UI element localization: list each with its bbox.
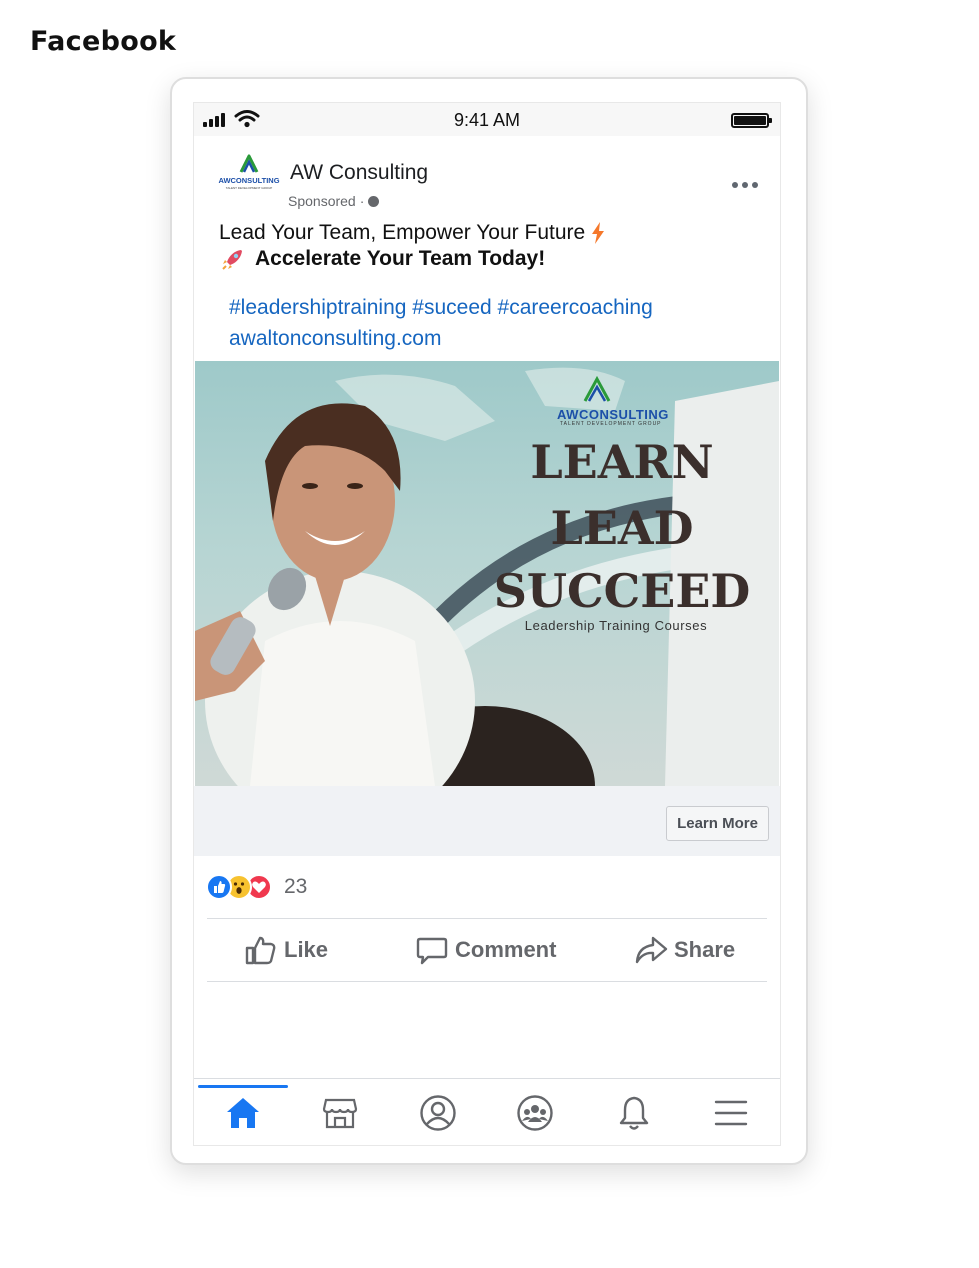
tab-marketplace[interactable] — [320, 1093, 360, 1133]
profile-icon — [420, 1095, 456, 1131]
svg-text:AWCONSULTING: AWCONSULTING — [218, 176, 279, 185]
comment-bubble-icon — [416, 937, 448, 965]
lightning-icon — [592, 222, 605, 244]
ad-headline-succeed: SUCCEED — [493, 564, 751, 618]
post-link[interactable]: awaltonconsulting.com — [229, 327, 441, 351]
tab-menu[interactable] — [711, 1093, 751, 1133]
share-arrow-icon — [635, 936, 668, 964]
battery-icon — [731, 113, 772, 128]
post-text-line-2: Accelerate Your Team Today! — [221, 247, 545, 271]
divider — [207, 918, 767, 919]
page-label: Facebook — [30, 26, 177, 57]
thumbs-up-icon — [245, 936, 276, 965]
like-button[interactable]: Like — [244, 929, 328, 971]
reaction-count: 23 — [284, 875, 308, 898]
sponsored-label: Sponsored · — [288, 193, 380, 209]
share-button[interactable]: Share — [634, 929, 735, 971]
svg-text:TALENT DEVELOPMENT GROUP: TALENT DEVELOPMENT GROUP — [226, 186, 273, 190]
phone-screen: 9:41 AM AWCONSULTING TALENT DEVELOPMENT … — [193, 102, 781, 1146]
separator-dot: · — [359, 193, 365, 209]
ad-image[interactable]: AWCONSULTING TALENT DEVELOPMENT GROUP LE… — [195, 361, 779, 786]
rocket-icon — [222, 250, 242, 270]
learn-more-button[interactable]: Learn More — [666, 806, 769, 841]
sponsored-text: Sponsored — [288, 193, 356, 209]
ad-logo-text: AWCONSULTING — [557, 407, 669, 422]
more-options-icon[interactable] — [732, 175, 760, 195]
page-name[interactable]: AW Consulting — [290, 161, 428, 185]
post-line-2-text: Accelerate Your Team Today! — [255, 247, 546, 270]
aw-consulting-logo: AWCONSULTING TALENT DEVELOPMENT GROUP — [218, 154, 280, 190]
menu-icon — [714, 1100, 748, 1126]
status-time: 9:41 AM — [453, 110, 521, 130]
post-line-1-text: Lead Your Team, Empower Your Future — [219, 221, 586, 244]
post-hashtags[interactable]: #leadershiptraining #suceed #careercoach… — [229, 296, 653, 320]
like-label: Like — [284, 937, 329, 962]
notifications-icon — [619, 1096, 649, 1130]
active-tab-indicator — [198, 1085, 288, 1088]
reactions-summary[interactable]: 23 — [206, 873, 307, 901]
marketplace-icon — [322, 1098, 358, 1129]
ad-headline-lead: LEAD — [550, 501, 694, 555]
tab-groups[interactable] — [515, 1093, 555, 1133]
ad-logo-subtext: TALENT DEVELOPMENT GROUP — [560, 421, 662, 427]
ad-tagline: Leadership Training Courses — [524, 618, 708, 633]
bottom-tab-bar — [194, 1078, 780, 1145]
cta-bar: Learn More — [194, 786, 780, 856]
post-text-line-1: Lead Your Team, Empower Your Future — [219, 221, 605, 245]
tab-profile[interactable] — [418, 1093, 458, 1133]
page-avatar[interactable]: AWCONSULTING TALENT DEVELOPMENT GROUP — [216, 141, 282, 207]
divider — [207, 981, 767, 982]
globe-icon — [368, 195, 380, 207]
tab-home[interactable] — [223, 1093, 263, 1133]
groups-icon — [517, 1095, 553, 1131]
share-label: Share — [674, 937, 736, 962]
tab-notifications[interactable] — [614, 1093, 654, 1133]
comment-label: Comment — [455, 937, 557, 962]
like-reaction-icon — [206, 874, 232, 900]
ad-headline-learn: LEARN — [530, 435, 714, 489]
status-bar: 9:41 AM — [194, 103, 780, 136]
home-icon — [227, 1098, 259, 1128]
comment-button[interactable]: Comment — [415, 929, 556, 971]
